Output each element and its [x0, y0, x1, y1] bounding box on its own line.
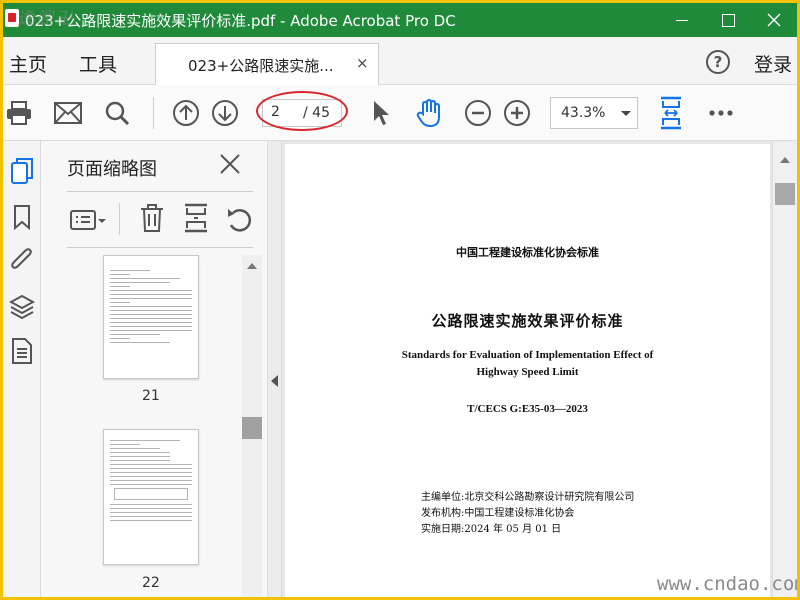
document-icon[interactable]	[6, 335, 38, 367]
menu-bar: 主页 工具 023+公路限速实施... × ? 登录	[3, 37, 797, 85]
close-icon	[767, 13, 781, 27]
document-title-en-line2: Highway Speed Limit	[476, 366, 579, 378]
page-thumbnails-icon[interactable]	[6, 155, 38, 187]
zoom-value: 43.3%	[561, 105, 606, 121]
document-organization: 中国工程建设标准化协会标准	[456, 246, 599, 259]
insert-page-icon[interactable]	[182, 203, 210, 237]
panel-title: 页面缩略图	[67, 159, 157, 180]
scrollbar-thumb[interactable]	[242, 417, 262, 439]
panel-divider	[67, 247, 253, 248]
thumbnail-options-icon[interactable]	[69, 207, 107, 237]
document-tab-label: 023+公路限速实施...	[188, 57, 334, 75]
hand-icon[interactable]	[413, 97, 445, 129]
zoom-out-icon[interactable]	[462, 97, 494, 129]
document-tab[interactable]: 023+公路限速实施... ×	[155, 43, 379, 85]
attachment-icon[interactable]	[6, 245, 38, 277]
login-button[interactable]: 登录	[754, 50, 792, 77]
zoom-select[interactable]: 43.3%	[550, 97, 638, 129]
menu-tools[interactable]: 工具	[79, 50, 117, 77]
thumbnail-panel: 页面缩略图 21 22	[41, 141, 267, 597]
thumbnail-page-number: 21	[142, 388, 160, 404]
help-icon[interactable]: ?	[706, 50, 730, 74]
page-down-icon[interactable]	[209, 97, 241, 129]
window-title: 023+公路限速实施效果评价标准.pdf - Adobe Acrobat Pro…	[25, 12, 456, 30]
red-annotation-oval	[256, 91, 348, 131]
close-icon	[220, 154, 240, 174]
page-thumbnail[interactable]	[103, 255, 199, 379]
menu-home[interactable]: 主页	[9, 50, 47, 77]
title-bar: 023+公路限速实施效果评价标准.pdf - Adobe Acrobat Pro…	[3, 3, 797, 37]
print-icon[interactable]	[3, 97, 35, 129]
document-title-cn: 公路限速实施效果评价标准	[431, 312, 624, 330]
panel-collapse-handle[interactable]	[267, 141, 282, 597]
bookmark-icon[interactable]	[6, 201, 38, 233]
document-effective-date: 实施日期:2024 年 05 月 01 日	[421, 524, 562, 535]
document-viewport: 中国工程建设标准化协会标准 公路限速实施效果评价标准 Standards for…	[282, 141, 772, 597]
layers-icon[interactable]	[6, 291, 38, 323]
app-window: 023+公路限速实施效果评价标准.pdf - Adobe Acrobat Pro…	[3, 3, 797, 597]
delete-icon[interactable]	[139, 203, 165, 237]
panel-toolbar	[67, 201, 253, 241]
document-editor: 主编单位:北京交科公路勘察设计研究院有限公司	[421, 492, 635, 503]
minimize-button[interactable]	[659, 3, 705, 37]
watermark-logo: 逸阁卍	[17, 9, 74, 29]
mail-icon[interactable]	[52, 97, 84, 129]
thumbnail-page-number: 22	[142, 575, 160, 591]
cursor-icon[interactable]	[365, 97, 397, 129]
search-icon[interactable]	[101, 97, 133, 129]
close-window-button[interactable]	[751, 3, 797, 37]
chevron-left-icon	[271, 375, 278, 387]
more-icon[interactable]	[705, 97, 737, 129]
document-scrollbar[interactable]	[772, 141, 797, 597]
rotate-icon[interactable]	[225, 205, 253, 237]
fit-page-icon[interactable]	[655, 96, 687, 130]
panel-close-button[interactable]	[219, 153, 243, 177]
thumbnail-scrollbar[interactable]	[242, 255, 262, 597]
scroll-up-icon[interactable]	[247, 263, 257, 269]
toolbar-separator	[153, 97, 154, 129]
document-page: 中国工程建设标准化协会标准 公路限速实施效果评价标准 Standards for…	[285, 144, 770, 597]
scroll-up-icon[interactable]	[780, 157, 790, 163]
site-watermark: www.cndao.com	[657, 573, 797, 595]
scrollbar-thumb[interactable]	[775, 183, 795, 205]
toolbar: / 45 43.3%	[3, 85, 797, 141]
document-publisher: 发布机构:中国工程建设标准化协会	[421, 508, 575, 519]
panel-divider	[67, 191, 253, 192]
zoom-in-icon[interactable]	[501, 97, 533, 129]
document-code: T/CECS G:E35-03—2023	[467, 403, 588, 415]
tab-close-button[interactable]: ×	[356, 54, 369, 72]
page-thumbnail[interactable]	[103, 429, 199, 565]
maximize-button[interactable]	[705, 3, 751, 37]
page-up-icon[interactable]	[170, 97, 202, 129]
chevron-down-icon	[621, 111, 631, 116]
left-navigation-rail	[3, 141, 41, 597]
document-title-en-line1: Standards for Evaluation of Implementati…	[401, 349, 654, 361]
panel-tool-separator	[119, 203, 120, 235]
